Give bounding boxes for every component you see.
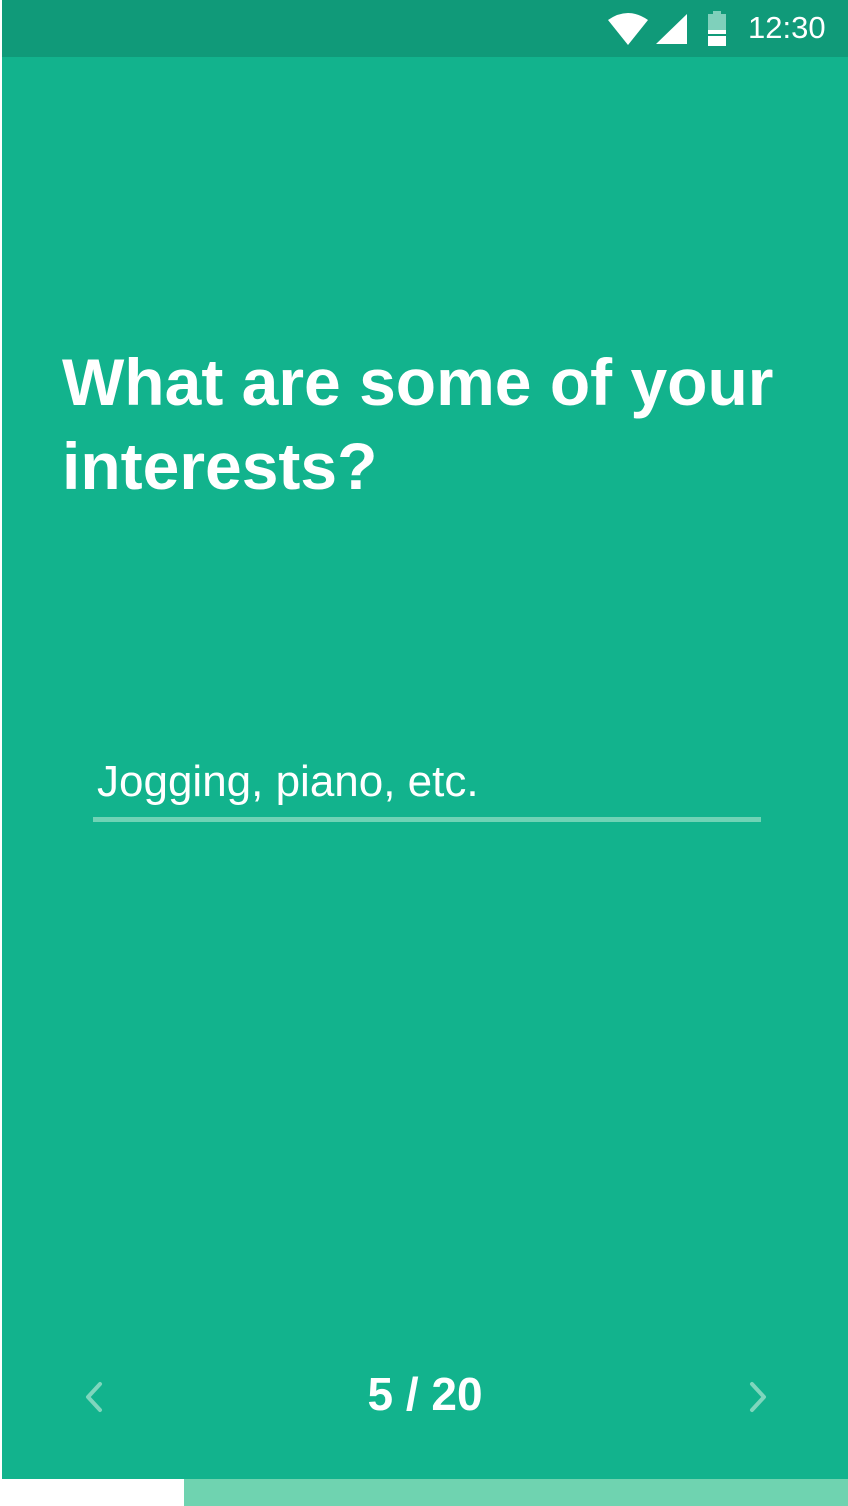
- progress-fill: [2, 1479, 184, 1506]
- input-underline: [93, 817, 761, 822]
- status-bar: 12:30: [2, 0, 848, 57]
- chevron-left-icon: [86, 1382, 102, 1412]
- survey-screen: 12:30 What are some of your interests? 5…: [2, 0, 848, 1506]
- signal-icon: [656, 14, 687, 44]
- wifi-icon: [608, 13, 648, 45]
- status-time: 12:30: [748, 10, 826, 45]
- page-counter: 5 / 20: [367, 1368, 483, 1420]
- question-title: What are some of your interests?: [62, 345, 774, 503]
- chevron-right-icon: [750, 1382, 766, 1412]
- answer-input[interactable]: [93, 752, 761, 812]
- previous-button[interactable]: [72, 1370, 116, 1424]
- next-button[interactable]: [736, 1370, 780, 1424]
- progress-bar: [2, 1479, 848, 1506]
- battery-icon: [708, 11, 726, 46]
